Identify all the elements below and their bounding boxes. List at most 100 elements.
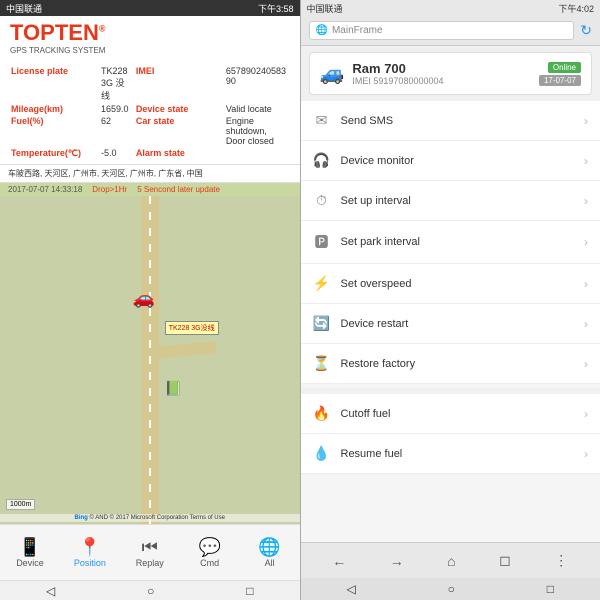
- alarm-state-label: Alarm state: [133, 147, 223, 160]
- set-park-interval-arrow: ›: [584, 235, 588, 249]
- license-plate-label: License plate: [8, 65, 98, 103]
- menu-resume-fuel[interactable]: 💧 Resume fuel ›: [301, 434, 600, 474]
- logo-text: TOPTEN®: [10, 22, 105, 44]
- carrier-left: 中国联通: [6, 2, 42, 15]
- map-update: 5 Sencond later update: [137, 185, 220, 194]
- menu-restore-factory[interactable]: ⏳ Restore factory ›: [301, 344, 600, 384]
- search-box[interactable]: 🌐 MainFrame: [309, 21, 575, 40]
- nav-cmd[interactable]: 💬 Cmd: [180, 525, 240, 580]
- menu-set-overspeed[interactable]: ⚡ Set overspeed ›: [301, 264, 600, 304]
- nav-cmd-label: Cmd: [200, 558, 219, 568]
- carrier-right: 中国联通: [307, 2, 343, 15]
- resume-fuel-icon: 💧: [313, 445, 331, 462]
- more-nav-right[interactable]: ⋮: [546, 548, 576, 573]
- device-state-label: Device state: [133, 103, 223, 115]
- zoom-badge: 1000m: [6, 499, 35, 510]
- nav-all[interactable]: 🌐 All: [240, 525, 300, 580]
- device-monitor-arrow: ›: [584, 154, 588, 168]
- restore-factory-icon: ⏳: [313, 355, 331, 372]
- time-left: 下午3:58: [258, 2, 294, 15]
- phone-bottom-right: ◁ ○ □: [301, 578, 600, 600]
- menu-send-sms[interactable]: ✉ Send SMS ›: [301, 101, 600, 141]
- bottom-nav-right: ← → ⌂ ◻ ⋮: [301, 542, 600, 578]
- set-interval-label: Set up interval: [341, 195, 575, 207]
- device-monitor-icon: 🎧: [313, 152, 331, 169]
- right-panel: 中国联通 下午4:02 🌐 MainFrame ↻ 🚙 Ram 700 IMEI…: [301, 0, 600, 600]
- nav-device-label: Device: [16, 558, 44, 568]
- date-badge: 17-07-07: [539, 75, 581, 86]
- nav-all-label: All: [265, 558, 275, 568]
- temp-label: Temperature(℃): [8, 147, 98, 160]
- tab-nav-right[interactable]: ◻: [491, 548, 519, 573]
- imei-value: 657890240583 90: [223, 65, 292, 103]
- send-sms-icon: ✉: [313, 112, 331, 129]
- nav-position[interactable]: 📍 Position: [60, 525, 120, 580]
- road-center-line: [149, 196, 151, 524]
- map-header: 2017-07-07 14:33:18 Drop>1Hr 5 Sencond l…: [0, 183, 300, 196]
- menu-set-interval[interactable]: ⏱ Set up interval ›: [301, 181, 600, 221]
- set-overspeed-icon: ⚡: [313, 275, 331, 292]
- bing-logo: Bing: [75, 515, 88, 521]
- vehicle-info: Ram 700 IMEI 59197080000004: [352, 61, 531, 86]
- status-bar-right: 中国联通 下午4:02: [301, 0, 600, 16]
- vehicle-car-icon: 🚙: [320, 61, 345, 86]
- logo-area: TOPTEN® GPS TRACKING SYSTEM: [0, 16, 300, 61]
- menu-cutoff-fuel[interactable]: 🔥 Cutoff fuel ›: [301, 394, 600, 434]
- device-restart-icon: 🔄: [313, 315, 331, 332]
- home-btn-right[interactable]: ○: [448, 582, 455, 596]
- back-btn-left[interactable]: ◁: [46, 584, 55, 598]
- menu-device-restart[interactable]: 🔄 Device restart ›: [301, 304, 600, 344]
- device-state-value: Valid locate: [223, 103, 292, 115]
- resume-fuel-arrow: ›: [584, 447, 588, 461]
- home-btn-left[interactable]: ○: [147, 584, 154, 598]
- nav-replay[interactable]: ⏮ Replay: [120, 525, 180, 580]
- set-overspeed-label: Set overspeed: [341, 278, 575, 290]
- nav-position-label: Position: [74, 558, 106, 568]
- cutoff-fuel-icon: 🔥: [313, 405, 331, 422]
- status-bar-left: 中国联通 下午3:58: [0, 0, 300, 16]
- car-marker: 🚗: [133, 288, 155, 309]
- search-placeholder: MainFrame: [332, 25, 383, 36]
- set-interval-arrow: ›: [584, 194, 588, 208]
- set-overspeed-arrow: ›: [584, 277, 588, 291]
- recent-btn-left[interactable]: □: [246, 584, 253, 598]
- device-icon: 📱: [19, 538, 41, 556]
- vehicle-card[interactable]: 🚙 Ram 700 IMEI 59197080000004 Online 17-…: [309, 52, 593, 95]
- alarm-state-value: [223, 147, 292, 160]
- back-nav-right[interactable]: ←: [324, 549, 354, 573]
- vehicle-info-table: License plate TK228 3G 没线 IMEI 657890240…: [0, 61, 300, 165]
- copyright-text: © AND © 2017 Microsoft Corporation Terms…: [90, 515, 225, 521]
- imei-label: IMEI: [133, 65, 223, 103]
- back-btn-right[interactable]: ◁: [346, 582, 355, 596]
- menu-section-1: ✉ Send SMS › 🎧 Device monitor › ⏱ Set up…: [301, 101, 600, 384]
- refresh-button[interactable]: ↻: [580, 22, 592, 39]
- device-monitor-label: Device monitor: [341, 155, 575, 167]
- search-globe-icon: 🌐: [316, 25, 328, 36]
- restore-factory-label: Restore factory: [341, 358, 575, 370]
- recent-btn-right[interactable]: □: [547, 582, 554, 596]
- license-plate-value: TK228 3G 没线: [98, 65, 133, 103]
- car-label: TK228 3G没线: [165, 321, 219, 335]
- nav-device[interactable]: 📱 Device: [0, 525, 60, 580]
- menu-set-park-interval[interactable]: 🅿 Set park interval ›: [301, 221, 600, 264]
- vehicle-imei: IMEI 59197080000004: [352, 76, 531, 86]
- menu-device-monitor[interactable]: 🎧 Device monitor ›: [301, 141, 600, 181]
- menu-list: ✉ Send SMS › 🎧 Device monitor › ⏱ Set up…: [301, 101, 600, 542]
- map-copyright: Bing © AND © 2017 Microsoft Corporation …: [0, 514, 300, 522]
- menu-section-2: 🔥 Cutoff fuel › 💧 Resume fuel ›: [301, 394, 600, 474]
- temp-value: -5.0: [98, 147, 133, 160]
- address-bar: 车陂西路, 天河区, 广州市, 天河区, 广州市, 广东省, 中国: [0, 165, 300, 183]
- vehicle-badges: Online 17-07-07: [539, 62, 581, 86]
- send-sms-label: Send SMS: [341, 115, 575, 127]
- left-panel: 中国联通 下午3:58 TOPTEN® GPS TRACKING SYSTEM …: [0, 0, 300, 600]
- forward-nav-right[interactable]: →: [382, 549, 412, 573]
- top-search-bar: 🌐 MainFrame ↻: [301, 16, 600, 46]
- cutoff-fuel-arrow: ›: [584, 407, 588, 421]
- destination-marker: 📗: [165, 380, 182, 397]
- car-state-value: Engine shutdown, Door closed: [223, 115, 292, 147]
- bottom-nav: 📱 Device 📍 Position ⏮ Replay 💬 Cmd 🌐 All: [0, 524, 300, 580]
- vehicle-name: Ram 700: [352, 61, 531, 76]
- home-nav-right[interactable]: ⌂: [439, 549, 463, 573]
- map-drop: Drop>1Hr: [92, 185, 127, 194]
- map-area[interactable]: 🚗 TK228 3G没线 📗 1000m Bing © AND © 2017 M…: [0, 196, 300, 524]
